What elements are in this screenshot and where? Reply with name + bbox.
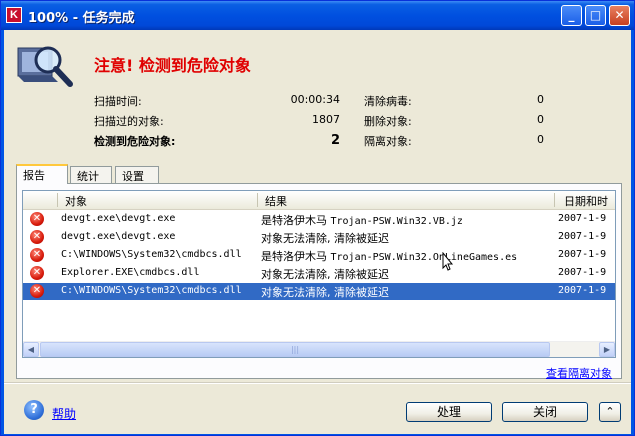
row-object: Explorer.EXE\cmdbcs.dll [61, 267, 200, 278]
row-result-text: 对象无法清除, 清除被延迟 [261, 268, 389, 281]
row-result: 是特洛伊木马 Trojan-PSW.Win32.VB.jz [261, 212, 463, 228]
row-date: 2007-1-9 [558, 285, 607, 296]
column-object[interactable]: 对象 [65, 193, 87, 209]
divider [4, 382, 631, 384]
window-client: 注意! 检测到危险对象 扫描时间: 00:00:34 清除病毒: 0 扫描过的对… [4, 30, 631, 434]
row-threat-name: Trojan-PSW.Win32.OnLineGames.es [330, 252, 518, 263]
error-icon: ✕ [30, 266, 44, 280]
scanned-objects-value: 1807 [312, 113, 340, 126]
error-icon: ✕ [30, 230, 44, 244]
row-result: 对象无法清除, 清除被延迟 [261, 284, 389, 300]
magnifier-scan-icon [17, 46, 73, 87]
close-button[interactable]: 关闭 [502, 402, 588, 422]
help-icon[interactable]: ? [24, 400, 44, 420]
row-object: C:\WINDOWS\System32\cmdbcs.dll [61, 249, 242, 260]
scan-stats: 扫描时间: 00:00:34 清除病毒: 0 扫描过的对象: 1807 删除对象… [94, 93, 554, 153]
summary-area: 注意! 检测到危险对象 扫描时间: 00:00:34 清除病毒: 0 扫描过的对… [4, 30, 631, 160]
column-separator [554, 193, 555, 207]
row-result: 对象无法清除, 清除被延迟 [261, 230, 389, 246]
detected-value: 2 [330, 133, 340, 148]
minimize-button[interactable]: _ [561, 5, 582, 26]
detected-label: 检测到危险对象: [94, 135, 176, 148]
scroll-right-icon[interactable]: ▶ [599, 342, 615, 357]
cleaned-value: 0 [537, 93, 544, 106]
window-title: 100% - 任务完成 [28, 11, 135, 26]
quarantined-label: 隔离对象: [364, 135, 412, 148]
row-result-text: 是特洛伊木马 [261, 214, 331, 227]
row-object: C:\WINDOWS\System32\cmdbcs.dll [61, 285, 242, 296]
error-icon: ✕ [30, 284, 44, 298]
horizontal-scrollbar[interactable]: ◀ ||| ▶ [23, 341, 615, 357]
report-panel: 对象 结果 日期和时 ✕ devgt.exe\devgt.exe 是特洛伊木马 … [16, 183, 622, 379]
stat-row-scan-time: 扫描时间: 00:00:34 清除病毒: 0 [94, 93, 554, 113]
close-window-button[interactable]: ✕ [609, 5, 630, 26]
scrollbar-thumb[interactable]: ||| [40, 342, 550, 357]
stat-row-scanned: 扫描过的对象: 1807 删除对象: 0 [94, 113, 554, 133]
scan-time-value: 00:00:34 [290, 93, 340, 106]
scanned-objects-label: 扫描过的对象: [94, 115, 164, 128]
scan-complete-window: K 100% - 任务完成 _ □ ✕ 注意! 检测到危险对象 扫描时间: 00… [0, 0, 635, 436]
process-button[interactable]: 处理 [406, 402, 492, 422]
row-threat-name: Trojan-PSW.Win32.VB.jz [330, 216, 463, 227]
help-link[interactable]: 帮助 [52, 405, 76, 422]
kaspersky-app-icon: K [6, 7, 22, 23]
mouse-cursor-icon [442, 252, 454, 271]
table-row[interactable]: ✕ C:\WINDOWS\System32\cmdbcs.dll 是特洛伊木马 … [23, 247, 615, 264]
scan-time-label: 扫描时间: [94, 95, 142, 108]
table-row[interactable]: ✕ devgt.exe\devgt.exe 是特洛伊木马 Trojan-PSW.… [23, 211, 615, 228]
danger-headline: 注意! 检测到危险对象 [94, 56, 251, 75]
table-row[interactable]: ✕ Explorer.EXE\cmdbcs.dll 对象无法清除, 清除被延迟 … [23, 265, 615, 282]
quarantined-value: 0 [537, 133, 544, 146]
row-date: 2007-1-9 [558, 267, 607, 278]
scroll-left-icon[interactable]: ◀ [23, 342, 39, 357]
column-separator [57, 193, 58, 207]
row-result: 对象无法清除, 清除被延迟 [261, 266, 389, 282]
row-date: 2007-1-9 [558, 249, 607, 260]
table-row[interactable]: ✕ devgt.exe\devgt.exe 对象无法清除, 清除被延迟 2007… [23, 229, 615, 246]
tab-settings[interactable]: 设置 [115, 166, 159, 183]
tab-statistics[interactable]: 统计 [70, 166, 112, 183]
row-result-text: 对象无法清除, 清除被延迟 [261, 286, 389, 299]
column-datetime[interactable]: 日期和时 [564, 193, 608, 209]
error-icon: ✕ [30, 248, 44, 262]
cleaned-label: 清除病毒: [364, 95, 412, 108]
report-list[interactable]: 对象 结果 日期和时 ✕ devgt.exe\devgt.exe 是特洛伊木马 … [22, 190, 616, 358]
title-bar[interactable]: K 100% - 任务完成 _ □ ✕ [1, 1, 634, 30]
row-result-text: 对象无法清除, 清除被延迟 [261, 232, 389, 245]
maximize-button[interactable]: □ [585, 5, 606, 26]
error-icon: ✕ [30, 212, 44, 226]
list-header: 对象 结果 日期和时 [23, 191, 615, 210]
row-date: 2007-1-9 [558, 213, 607, 224]
row-date: 2007-1-9 [558, 231, 607, 242]
view-quarantine-link[interactable]: 查看隔离对象 [546, 365, 612, 381]
collapse-button[interactable]: ⌃ [599, 402, 621, 422]
deleted-value: 0 [537, 113, 544, 126]
tab-report[interactable]: 报告 [16, 164, 68, 184]
deleted-label: 删除对象: [364, 115, 412, 128]
row-object: devgt.exe\devgt.exe [61, 213, 176, 224]
column-separator [257, 193, 258, 207]
row-result-text: 是特洛伊木马 [261, 250, 331, 263]
table-row-selected[interactable]: ✕ C:\WINDOWS\System32\cmdbcs.dll 对象无法清除,… [23, 283, 615, 300]
column-result[interactable]: 结果 [265, 193, 287, 209]
row-object: devgt.exe\devgt.exe [61, 231, 176, 242]
stat-row-detected: 检测到危险对象: 2 隔离对象: 0 [94, 133, 554, 153]
row-result: 是特洛伊木马 Trojan-PSW.Win32.OnLineGames.es [261, 248, 517, 264]
